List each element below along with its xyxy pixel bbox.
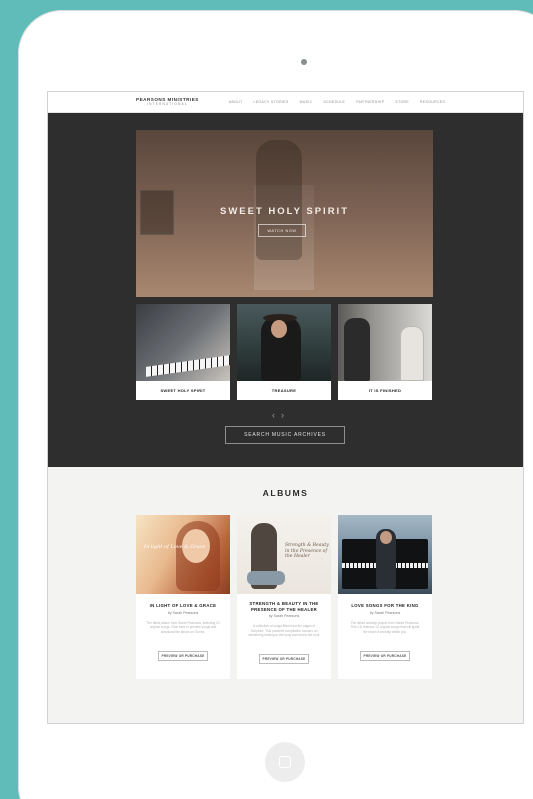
music-video-section: SWEET HOLY SPIRIT WATCH NOW SWEET HOLY S… [48, 113, 523, 467]
carousel-arrows: ‹ › [272, 410, 284, 420]
preview-or-purchase-button[interactable]: PREVIEW OR PURCHASE [158, 650, 208, 661]
home-button[interactable] [265, 742, 305, 782]
album-cover-text: In light of Love & Grace [144, 544, 206, 550]
nav-item-about[interactable]: About [229, 100, 243, 104]
album-artist: by Sarah Pearsons [268, 614, 300, 619]
album-card: In light of Love & Grace IN LIGHT OF LOV… [136, 515, 230, 679]
watch-now-button[interactable]: WATCH NOW [258, 224, 306, 237]
nav-item-partnership[interactable]: Partnership [356, 100, 384, 104]
video-caption: IT IS FINISHED [368, 388, 402, 393]
chevron-left-icon[interactable]: ‹ [272, 410, 275, 420]
album-title: LOVE SONGS FOR THE KING [351, 603, 419, 608]
album-cover[interactable] [338, 515, 432, 594]
nav-item-legacy-stories[interactable]: Legacy Stories [254, 100, 289, 104]
tablet-frame: PEARSONS MINISTRIES INTERNATIONAL About … [18, 10, 533, 799]
video-card[interactable]: TREASURE [237, 304, 331, 400]
video-thumbnail-image [237, 304, 331, 381]
album-artist: by Sarah Pearsons [167, 610, 199, 615]
home-button-icon [279, 756, 291, 768]
preview-or-purchase-button[interactable]: PREVIEW OR PURCHASE [259, 654, 309, 665]
album-cover[interactable]: In light of Love & Grace [136, 515, 230, 594]
video-thumbnails: SWEET HOLY SPIRIT TREASURE IT IS FINISHE… [136, 304, 433, 400]
chevron-right-icon[interactable]: › [281, 410, 284, 420]
video-card[interactable]: IT IS FINISHED [338, 304, 432, 400]
hero-background-singer [256, 140, 302, 260]
album-title: IN LIGHT OF LOVE & GRACE [149, 603, 217, 608]
album-cover[interactable]: Strength & Beauty in the Presence of the… [237, 515, 331, 594]
video-thumbnail-image [136, 304, 230, 381]
website-screen: PEARSONS MINISTRIES INTERNATIONAL About … [47, 91, 524, 724]
album-cover-text: Strength & Beauty in the Presence of the… [285, 543, 329, 559]
album-title: STRENGTH & BEAUTY IN THE PRESENCE OF THE… [249, 601, 319, 612]
album-description: The debut worship project from Sarah Pea… [350, 620, 420, 634]
nav-item-music[interactable]: Music [300, 100, 313, 104]
search-music-archives-button[interactable]: SEARCH MUSIC ARCHIVES [225, 426, 345, 444]
preview-or-purchase-button[interactable]: PREVIEW OR PURCHASE [360, 650, 410, 661]
main-menu: About Legacy Stories Music Schedule Part… [229, 100, 445, 104]
nav-item-store[interactable]: Store [395, 100, 409, 104]
camera-icon [301, 59, 307, 65]
video-caption: TREASURE [271, 388, 297, 393]
video-caption: SWEET HOLY SPIRIT [160, 388, 206, 393]
featured-video-title: SWEET HOLY SPIRIT [219, 206, 350, 217]
logo-subtitle: INTERNATIONAL [146, 102, 188, 107]
video-thumbnail-image [338, 304, 432, 381]
album-artist: by Sarah Pearsons [369, 610, 401, 615]
album-card: Strength & Beauty in the Presence of the… [237, 515, 331, 679]
album-description: The latest album from Sarah Pearsons, fe… [146, 620, 220, 634]
nav-item-schedule[interactable]: Schedule [324, 100, 346, 104]
site-logo[interactable]: PEARSONS MINISTRIES INTERNATIONAL [136, 97, 199, 107]
nav-item-resources[interactable]: Resources [420, 100, 445, 104]
top-navigation: PEARSONS MINISTRIES INTERNATIONAL About … [48, 92, 523, 113]
album-card: LOVE SONGS FOR THE KING by Sarah Pearson… [338, 515, 432, 679]
albums-grid: In light of Love & Grace IN LIGHT OF LOV… [136, 515, 433, 679]
video-card[interactable]: SWEET HOLY SPIRIT [136, 304, 230, 400]
albums-heading: ALBUMS [262, 488, 309, 498]
featured-video[interactable]: SWEET HOLY SPIRIT WATCH NOW [136, 130, 433, 297]
album-description: A collection of songs lifted from the pa… [247, 624, 321, 638]
